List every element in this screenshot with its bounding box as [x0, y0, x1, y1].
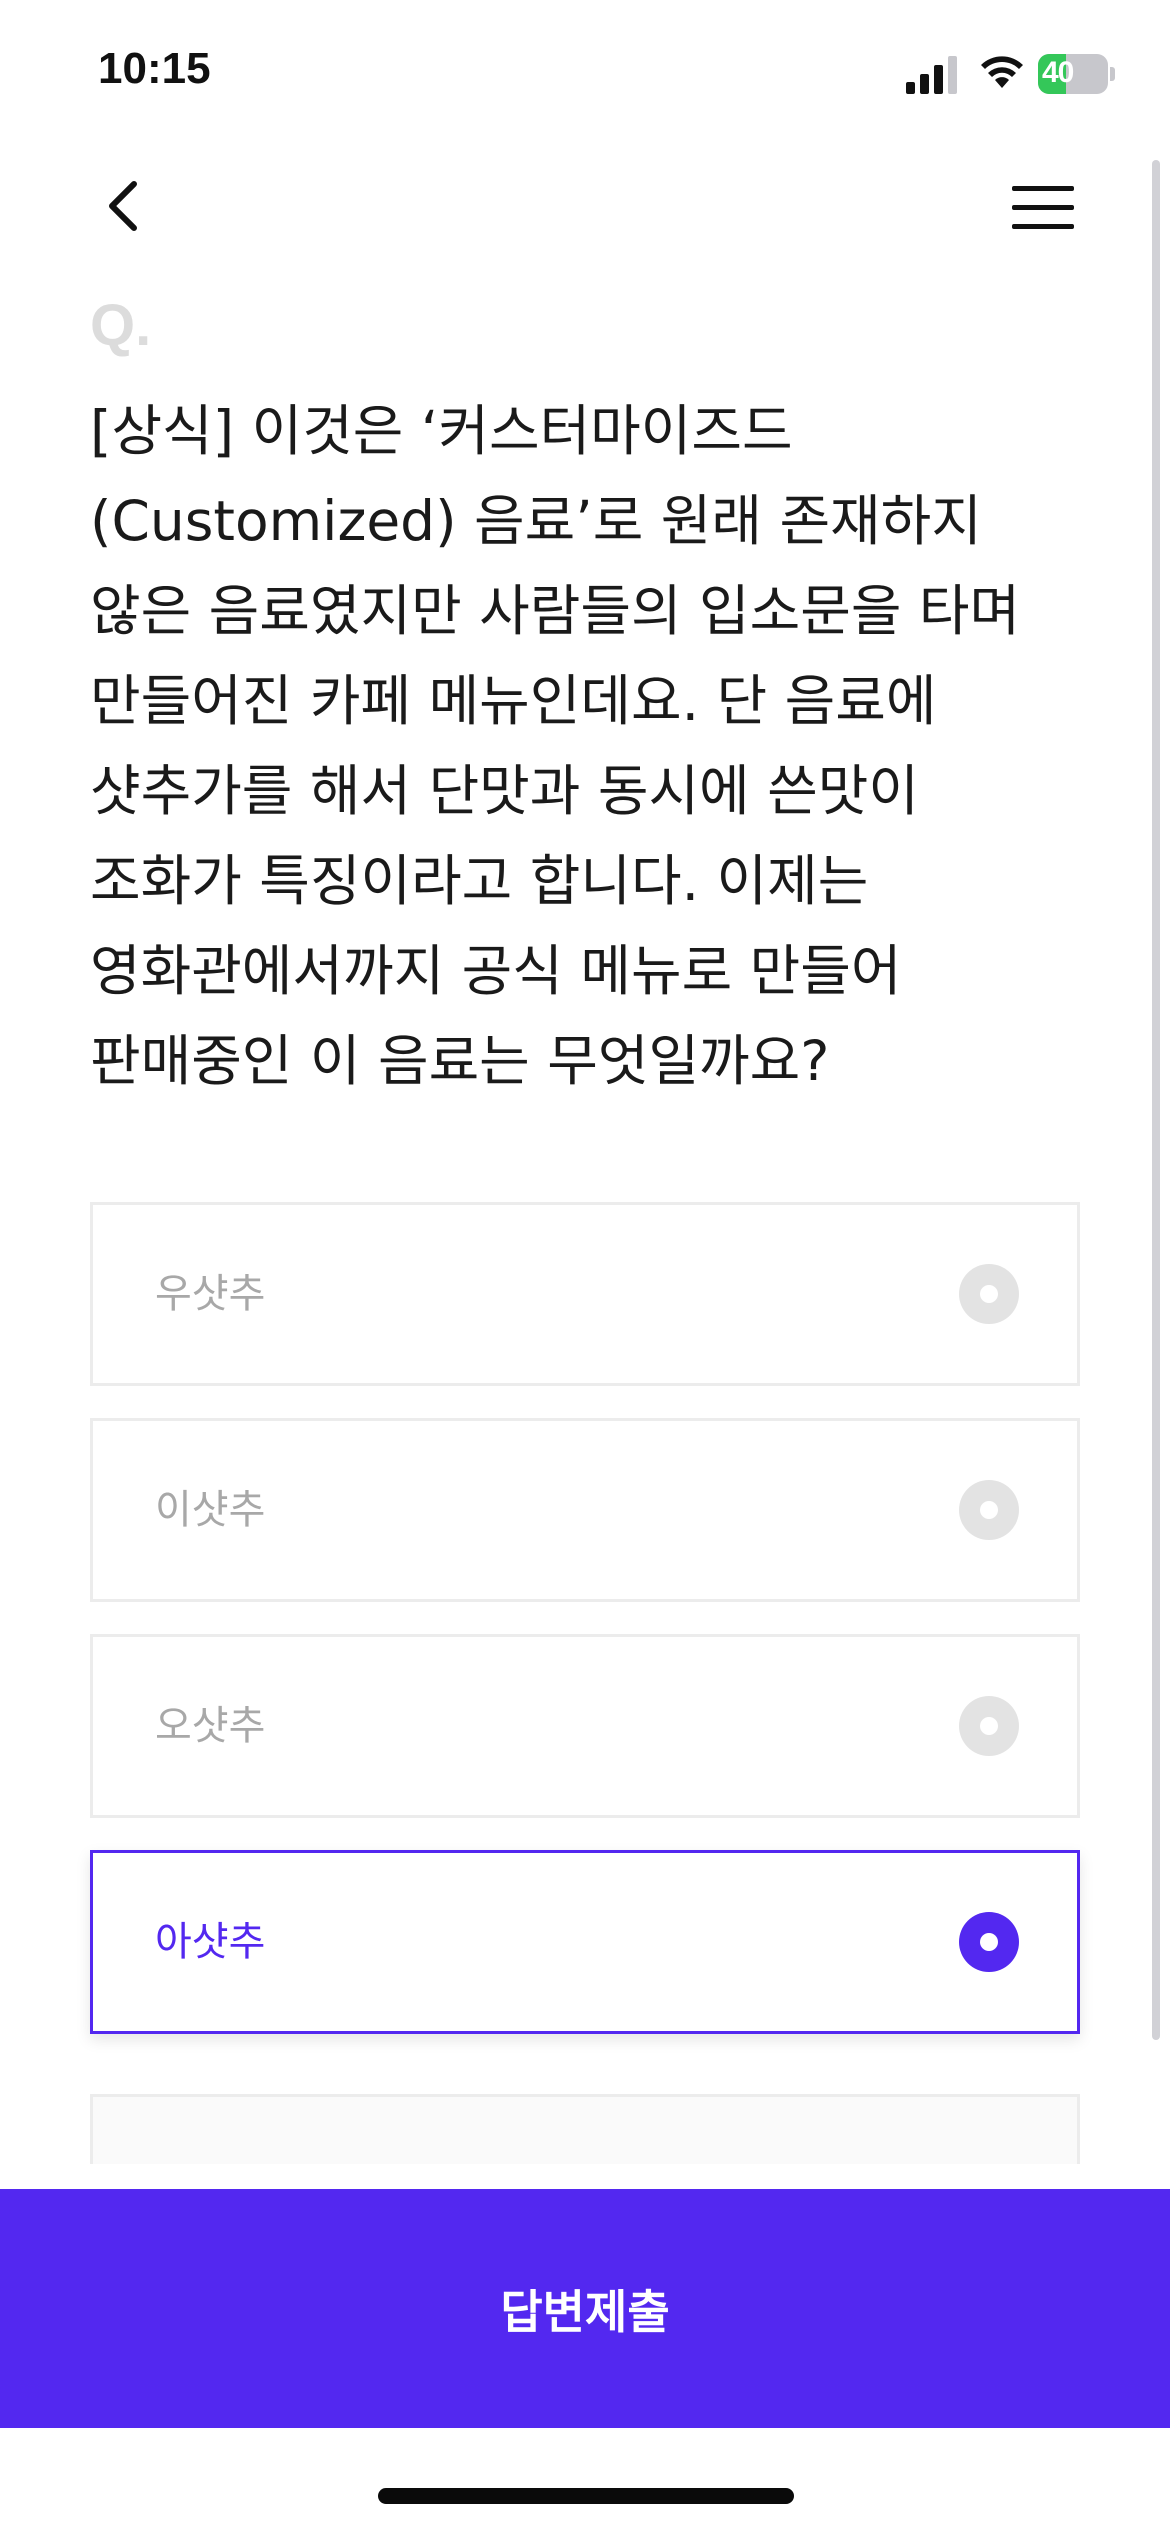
radio-selected-icon: [959, 1912, 1019, 1972]
battery-body: 40: [1038, 54, 1108, 94]
answer-option[interactable]: 오샷추: [90, 1634, 1080, 1818]
radio-icon: [959, 1696, 1019, 1756]
status-bar: 10:15 40: [0, 0, 1170, 150]
answer-label: 우샷추: [155, 1271, 266, 1317]
status-time: 10:15: [98, 44, 211, 93]
answer-label: 이샷추: [155, 1487, 266, 1533]
answer-option[interactable]: 우샷추: [90, 1202, 1080, 1386]
answer-option[interactable]: 이샷추: [90, 1418, 1080, 1602]
answer-label: 오샷추: [155, 1703, 266, 1749]
back-button[interactable]: [96, 170, 152, 242]
battery-icon: 40: [1038, 54, 1115, 94]
question-marker: Q.: [90, 293, 152, 358]
question-text: [상식] 이것은 ‘커스터마이즈드(Customized) 음료’로 원래 존재…: [90, 399, 1021, 1093]
home-indicator: [378, 2488, 794, 2504]
wifi-icon: [981, 56, 1023, 88]
battery-percent: 40: [1042, 56, 1074, 89]
cellular-signal-icon: [906, 56, 957, 94]
scroll-indicator[interactable]: [1152, 160, 1160, 2040]
radio-icon: [959, 1480, 1019, 1540]
battery-cap: [1110, 67, 1115, 81]
radio-icon: [959, 1264, 1019, 1324]
answer-list: 우샷추 이샷추 오샷추 아샷추: [90, 1202, 1080, 2196]
answer-option-selected[interactable]: 아샷추: [90, 1850, 1080, 2034]
answer-label: 아샷추: [155, 1919, 266, 1965]
hamburger-menu-icon: [1012, 186, 1074, 229]
menu-button[interactable]: [1010, 180, 1076, 236]
answer-option-partially-visible[interactable]: [90, 2094, 1080, 2164]
chevron-left-icon: [109, 181, 137, 231]
submit-answer-button[interactable]: 답변제출: [0, 2189, 1170, 2428]
